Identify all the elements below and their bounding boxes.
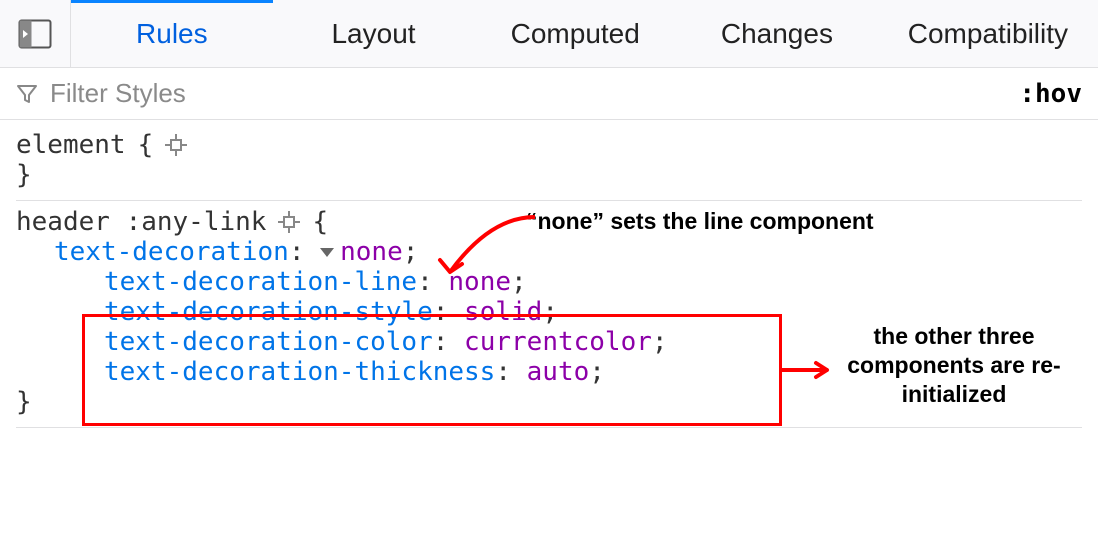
tab-label: Changes — [721, 18, 833, 50]
sidebar-toggle-button[interactable] — [0, 0, 71, 67]
semicolon: ; — [589, 357, 605, 387]
css-property: text-decoration-line — [104, 267, 417, 297]
css-property: text-decoration-style — [104, 297, 433, 327]
colon: : — [289, 237, 305, 267]
css-property: text-decoration-thickness — [104, 357, 495, 387]
tab-label: Rules — [136, 18, 208, 50]
open-brace: { — [312, 207, 328, 237]
highlight-element-icon[interactable] — [165, 134, 187, 156]
filter-icon — [16, 83, 38, 105]
highlight-element-icon[interactable] — [278, 211, 300, 233]
annotation-text: the other three components are re-initia… — [847, 323, 1060, 407]
css-value: currentcolor — [464, 327, 652, 357]
expand-shorthand-icon[interactable] — [320, 248, 334, 257]
tabs-bar: Rules Layout Computed Changes Compatibil… — [0, 0, 1098, 68]
css-value: none — [448, 267, 511, 297]
tab-compatibility[interactable]: Compatibility — [878, 0, 1098, 67]
open-brace: { — [138, 130, 154, 160]
declaration-text-decoration[interactable]: text-decoration: none; — [16, 237, 1082, 267]
tab-label: Computed — [511, 18, 640, 50]
colon: : — [495, 357, 511, 387]
css-property: text-decoration-color — [104, 327, 433, 357]
tab-label: Compatibility — [908, 18, 1068, 50]
colon: : — [433, 327, 449, 357]
selector-text: element — [16, 130, 126, 160]
semicolon: ; — [542, 297, 558, 327]
selector-text: header :any-link — [16, 207, 266, 237]
annotation-none-sets-line: “none” sets the line component — [526, 207, 874, 236]
css-value: auto — [527, 357, 590, 387]
css-property: text-decoration — [54, 237, 289, 267]
tab-label: Layout — [331, 18, 415, 50]
colon: : — [417, 267, 433, 297]
tabs-list: Rules Layout Computed Changes Compatibil… — [71, 0, 1098, 67]
semicolon: ; — [511, 267, 527, 297]
semicolon: ; — [652, 327, 668, 357]
close-brace: } — [16, 160, 1082, 190]
css-value: solid — [464, 297, 542, 327]
filter-bar: Filter Styles :hov — [0, 68, 1098, 120]
panel-toggle-icon — [18, 19, 52, 49]
semicolon: ; — [403, 237, 419, 267]
declaration-text-decoration-line[interactable]: text-decoration-line: none; — [16, 267, 1082, 297]
hov-toggle[interactable]: :hov — [1019, 79, 1082, 109]
tab-changes[interactable]: Changes — [676, 0, 878, 67]
colon: : — [433, 297, 449, 327]
css-value: none — [340, 237, 403, 267]
tab-layout[interactable]: Layout — [273, 0, 475, 67]
annotation-reinitialized: the other three components are re-initia… — [834, 322, 1074, 408]
tab-rules[interactable]: Rules — [71, 0, 273, 67]
rule-element[interactable]: element { } — [16, 124, 1082, 201]
rules-pane: element { } header :any-link — [0, 120, 1098, 436]
tab-computed[interactable]: Computed — [474, 0, 676, 67]
filter-input[interactable]: Filter Styles — [50, 78, 186, 109]
